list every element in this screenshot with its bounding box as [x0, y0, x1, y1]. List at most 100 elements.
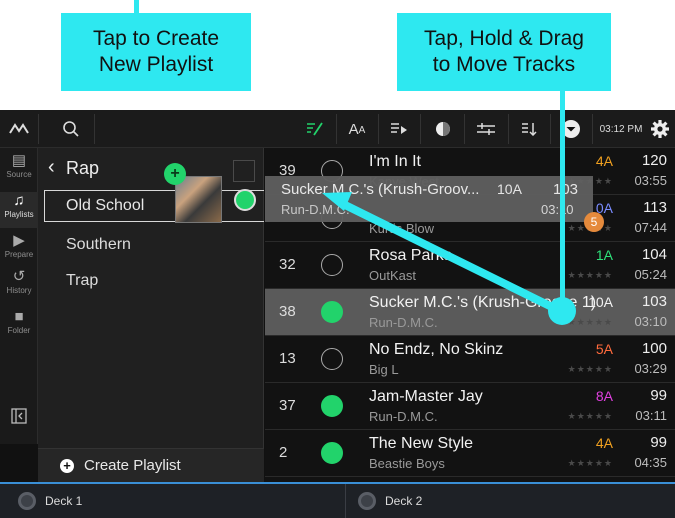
- sidebar-item-folder[interactable]: ■ Folder: [0, 308, 38, 342]
- track-title: Jam-Master Jay: [369, 388, 483, 405]
- track-artist: OutKast: [369, 268, 416, 283]
- playlist-header-title: Rap: [66, 157, 100, 178]
- callout-right-connector: [560, 91, 565, 312]
- rating-stars[interactable]: ★★★★★: [568, 458, 613, 469]
- playlist-item-old-school[interactable]: Old School: [44, 190, 264, 222]
- track-number: 38: [279, 303, 296, 320]
- rating-stars[interactable]: ★★★★★: [568, 364, 613, 375]
- callout-left-line2: New Playlist: [98, 53, 214, 76]
- track-check-circle[interactable]: [321, 348, 343, 370]
- track-key: 10A: [588, 294, 613, 310]
- track-row[interactable]: 38 Sucker M.C.'s (Krush-Groove 1) Run-D.M.…: [265, 289, 675, 336]
- track-key: 1A: [595, 247, 613, 263]
- track-row[interactable]: 13 No Endz, No Skinz Big L 5A ★★★★★ 100 03:29: [265, 336, 675, 383]
- drop-target-box[interactable]: [233, 160, 255, 182]
- track-row[interactable]: 2 The New Style Beastie Boys 4A ★★★★★ 99 04:35: [265, 430, 675, 477]
- playlist-panel: ‹ Rap Old School Southern Trap + Create …: [38, 148, 264, 482]
- deck-2[interactable]: Deck 2: [358, 484, 422, 518]
- source-icon: ▤: [11, 152, 27, 169]
- sidebar-label: Source: [6, 170, 32, 179]
- font-size-icon[interactable]: AA: [342, 110, 372, 148]
- queue-icon[interactable]: [384, 110, 414, 148]
- track-time: 04:35: [634, 455, 667, 470]
- sidebar-item-history[interactable]: ↺ History: [0, 268, 38, 302]
- track-key: 8A: [595, 388, 613, 404]
- track-number: 13: [279, 350, 296, 367]
- logo-icon[interactable]: [0, 110, 38, 148]
- track-key: 5A: [595, 341, 613, 357]
- deck-disc-icon: [358, 492, 376, 510]
- history-icon: ↺: [12, 268, 26, 285]
- search-icon[interactable]: [56, 110, 86, 148]
- callout-move-tracks: Tap, Hold & Drag to Move Tracks: [397, 13, 611, 91]
- sidebar-label: Folder: [7, 326, 31, 335]
- create-playlist-button[interactable]: + Create Playlist: [38, 448, 264, 482]
- track-check-circle[interactable]: [321, 254, 343, 276]
- playlist-label: Old School: [66, 197, 145, 214]
- toolbar-divider: [420, 114, 421, 144]
- edit-icon[interactable]: [300, 110, 330, 148]
- deck-bar: Deck 1 Deck 2: [0, 482, 675, 518]
- folder-icon: ■: [14, 308, 24, 325]
- track-title: The New Style: [369, 435, 474, 452]
- track-bpm: 99: [650, 434, 667, 451]
- deck-label: Deck 1: [45, 494, 83, 508]
- track-bpm: 103: [641, 293, 667, 310]
- track-time: 03:11: [635, 408, 667, 423]
- add-plus-icon: +: [164, 163, 186, 185]
- track-row[interactable]: 32 Rosa Parks OutKast 1A ★★★★★ 104 05:24: [265, 242, 675, 289]
- track-artist: Run-D.M.C.: [369, 315, 438, 330]
- color-icon[interactable]: [428, 110, 458, 148]
- sidebar-item-source[interactable]: ▤ Source: [0, 152, 38, 190]
- playlist-header[interactable]: ‹ Rap: [38, 148, 264, 188]
- track-number: 2: [279, 444, 288, 461]
- create-playlist-label: Create Playlist: [84, 457, 181, 474]
- drag-key: 10A: [497, 181, 522, 197]
- sort-icon[interactable]: [514, 110, 544, 148]
- album-art-thumbnail: [175, 176, 222, 223]
- callout-left-line1: Tap to Create: [92, 27, 220, 50]
- gear-icon[interactable]: [646, 110, 674, 148]
- sidebar-item-playlists[interactable]: ♫ Playlists: [0, 192, 38, 228]
- track-title: No Endz, No Skinz: [369, 341, 504, 358]
- back-chevron-icon[interactable]: ‹: [48, 156, 55, 179]
- app-screen: AA 03:12 PM ▤ Source ♫ Playlists ▶ Prepa…: [0, 110, 675, 518]
- toolbar-divider: [336, 114, 337, 144]
- toolbar-divider: [464, 114, 465, 144]
- toolbar-divider: [94, 114, 95, 144]
- track-check-circle[interactable]: [321, 442, 343, 464]
- playlist-item-southern[interactable]: Southern: [66, 236, 131, 254]
- drag-checked-circle: [234, 189, 256, 211]
- sidebar-item-prepare[interactable]: ▶ Prepare: [0, 232, 38, 266]
- plus-icon: +: [60, 458, 74, 473]
- drag-time: 03:10: [541, 202, 574, 217]
- track-time: 07:44: [634, 220, 667, 235]
- track-row[interactable]: 37 Jam-Master Jay Run-D.M.C. 8A ★★★★★ 99 03:11: [265, 383, 675, 430]
- deck-divider: [345, 484, 346, 518]
- prepare-icon: ▶: [13, 232, 25, 249]
- track-title: Rosa Parks: [369, 247, 452, 264]
- callout-right-line1: Tap, Hold & Drag: [424, 27, 584, 50]
- filter-icon[interactable]: [470, 110, 502, 148]
- drag-ghost-row[interactable]: Sucker M.C.'s (Krush-Groov... Run-D.M.C.…: [265, 176, 593, 222]
- top-toolbar: AA 03:12 PM: [0, 110, 675, 148]
- collapse-panel-icon[interactable]: [0, 402, 38, 432]
- track-check-circle[interactable]: [321, 395, 343, 417]
- track-artist: Big L: [369, 362, 399, 377]
- deck-1[interactable]: Deck 1: [18, 484, 82, 518]
- track-bpm: 120: [641, 152, 667, 169]
- toolbar-divider: [550, 114, 551, 144]
- track-check-circle[interactable]: [321, 301, 343, 323]
- rating-stars[interactable]: ★★★★★: [568, 411, 613, 422]
- music-note-icon: ♫: [13, 192, 25, 209]
- toolbar-divider: [38, 114, 39, 144]
- track-bpm: 100: [641, 340, 667, 357]
- playlist-item-trap[interactable]: Trap: [66, 272, 98, 290]
- track-key: 4A: [595, 435, 613, 451]
- rating-stars[interactable]: ★★★★★: [568, 317, 613, 328]
- toolbar-divider: [508, 114, 509, 144]
- drag-title: Sucker M.C.'s (Krush-Groov...: [281, 181, 480, 198]
- track-time: 03:55: [634, 173, 667, 188]
- rating-stars[interactable]: ★★★★★: [568, 270, 613, 281]
- track-time: 03:29: [634, 361, 667, 376]
